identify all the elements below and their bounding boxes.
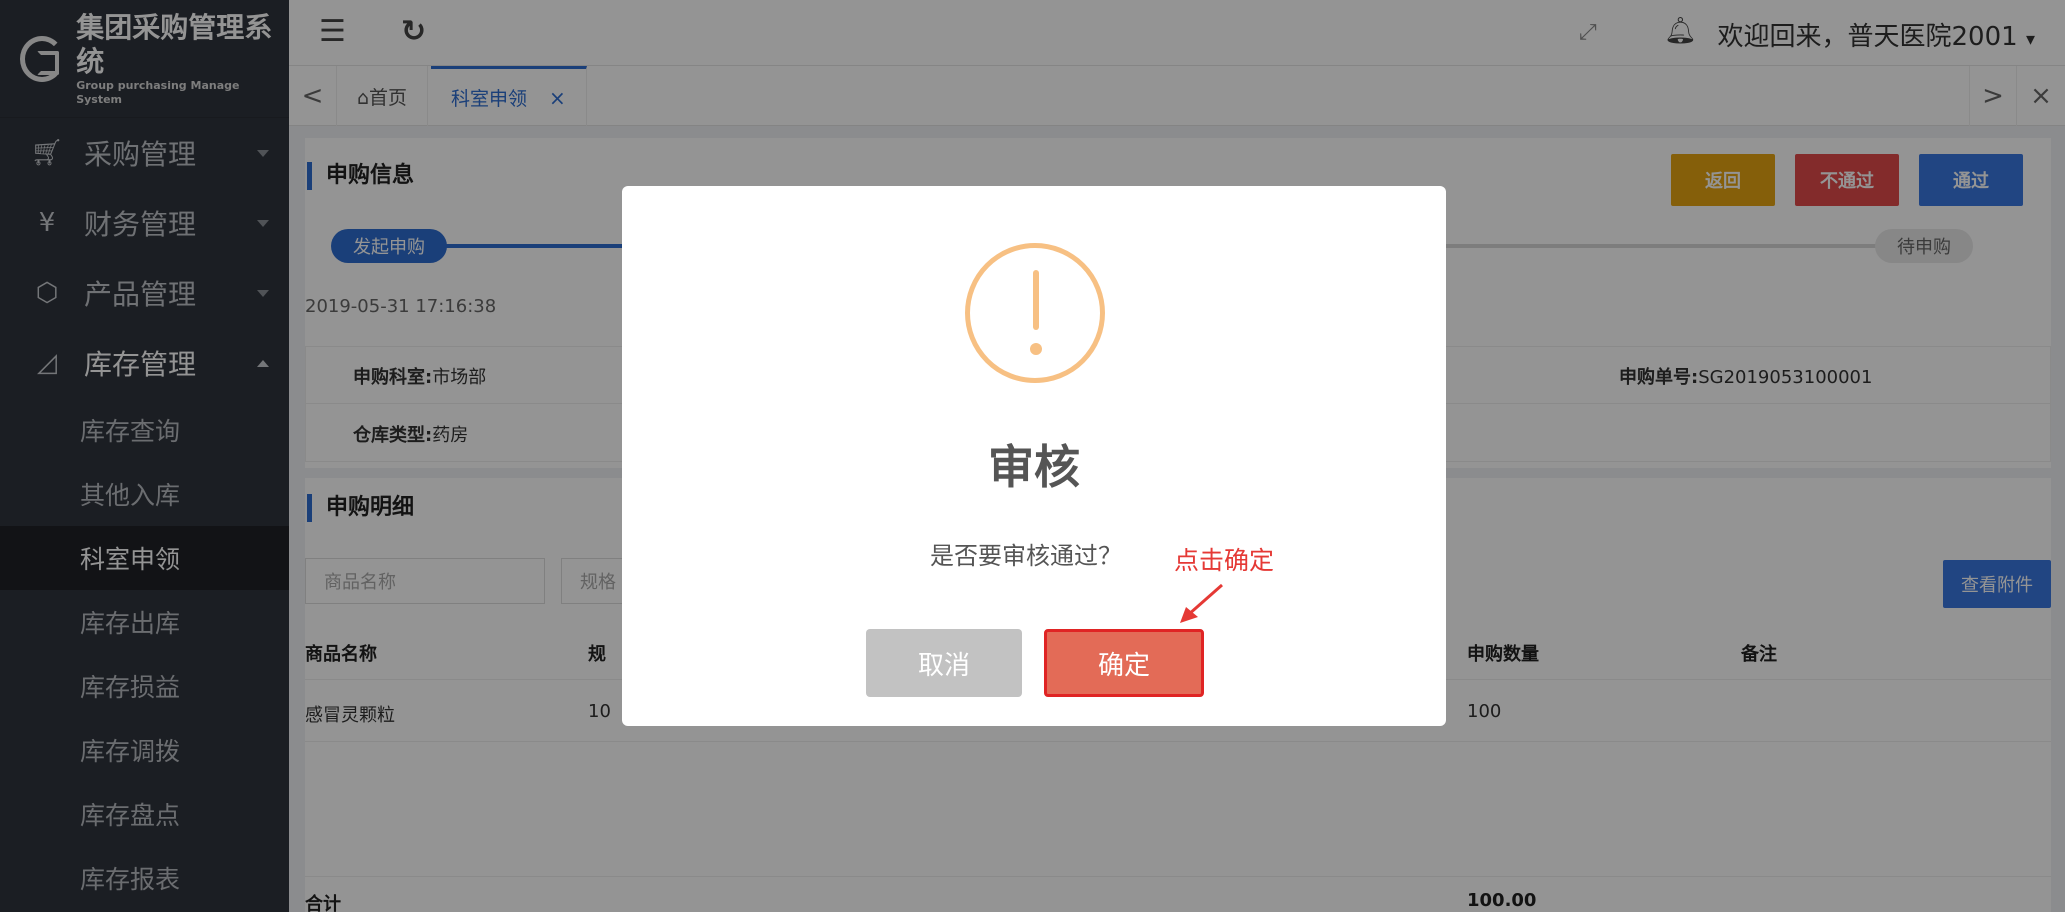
warning-icon-dot xyxy=(1030,343,1042,355)
warning-icon xyxy=(965,243,1105,383)
dialog-message: 是否要审核通过？ xyxy=(930,542,1122,570)
confirm-dialog: 审核 是否要审核通过？ 点击确定 取消 确定 xyxy=(622,186,1446,726)
warning-icon-bar xyxy=(1033,270,1039,330)
confirm-button[interactable]: 确定 xyxy=(1044,629,1204,697)
cancel-button[interactable]: 取消 xyxy=(866,629,1022,697)
dialog-title: 审核 xyxy=(988,440,1080,494)
annotation-text: 点击确定 xyxy=(1174,546,1275,575)
annotation-arrow-icon xyxy=(1180,583,1223,623)
